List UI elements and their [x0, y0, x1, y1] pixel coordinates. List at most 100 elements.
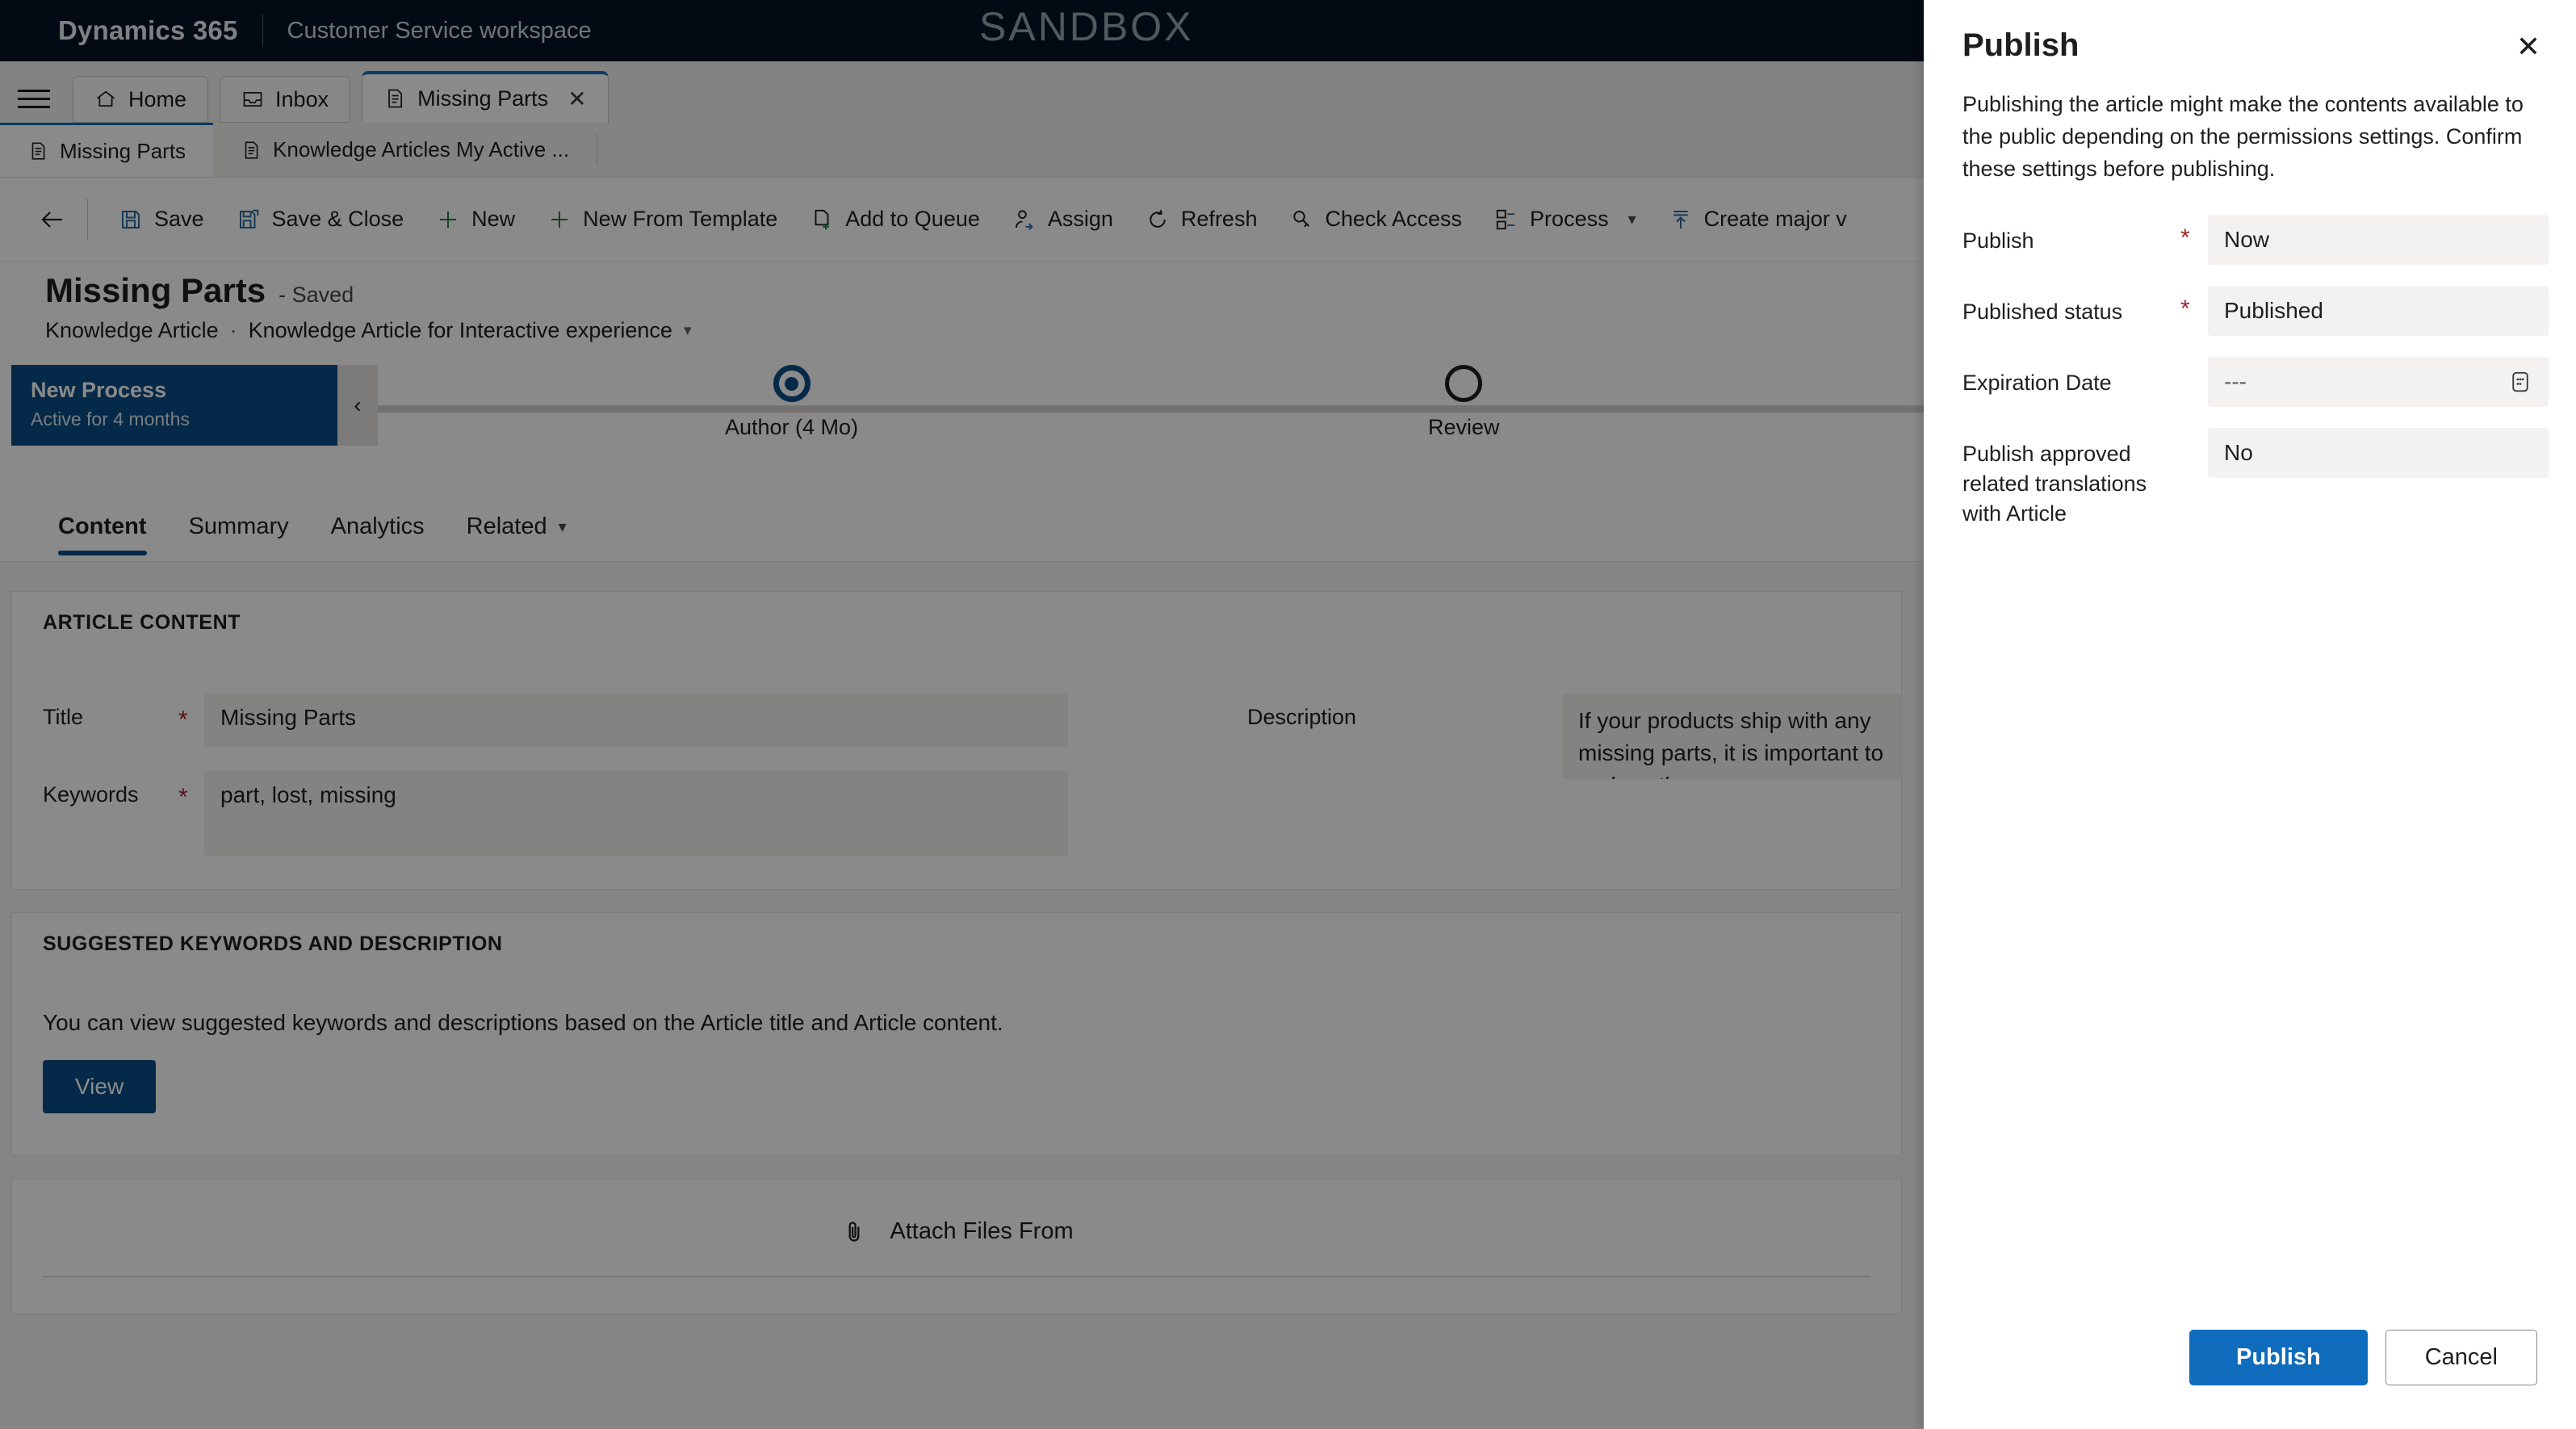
- brand-logo[interactable]: Dynamics 365: [58, 15, 238, 46]
- hamburger-menu-icon[interactable]: [11, 90, 61, 108]
- environment-banner: SANDBOX: [979, 4, 1194, 49]
- command-label: Save & Close: [271, 207, 404, 231]
- required-indicator: [2180, 357, 2208, 367]
- form-selector-label[interactable]: Knowledge Article for Interactive experi…: [249, 318, 672, 343]
- required-indicator: *: [2180, 224, 2190, 251]
- view-suggestions-button[interactable]: View: [43, 1060, 157, 1113]
- new-from-template-button[interactable]: New From Template: [531, 191, 794, 249]
- add-to-queue-button[interactable]: Add to Queue: [794, 191, 996, 249]
- command-label: Add to Queue: [845, 207, 980, 231]
- chevron-down-icon[interactable]: ▾: [559, 517, 567, 537]
- command-label: New: [471, 207, 516, 231]
- app-tab-label: Missing Parts: [60, 138, 186, 163]
- chevron-down-icon[interactable]: ▾: [1628, 209, 1636, 229]
- publish-button[interactable]: Publish: [2189, 1330, 2368, 1385]
- refresh-button[interactable]: Refresh: [1129, 191, 1274, 249]
- publish-when-label: Publish: [1962, 228, 2034, 253]
- expiration-date-label: Expiration Date: [1962, 370, 2112, 395]
- expiration-date-input[interactable]: ---: [2208, 356, 2549, 407]
- save-and-close-button[interactable]: Save & Close: [220, 191, 421, 249]
- tab-content[interactable]: Content: [37, 492, 168, 562]
- title-input[interactable]: Missing Parts: [204, 694, 1068, 747]
- process-node-review[interactable]: Review: [1428, 365, 1500, 440]
- keywords-field-row: Keywords * part, lost, missing: [43, 771, 1068, 857]
- refresh-icon: [1146, 207, 1170, 232]
- tab-label: Analytics: [330, 513, 425, 539]
- chevron-left-icon[interactable]: ‹: [337, 365, 378, 446]
- publish-translations-select[interactable]: No: [2208, 427, 2549, 478]
- assign-person-icon: [1012, 207, 1037, 232]
- app-tab-knowledge-articles[interactable]: Knowledge Articles My Active ...: [213, 123, 597, 177]
- command-label: Check Access: [1325, 207, 1463, 231]
- process-icon: [1494, 207, 1518, 232]
- tab-summary[interactable]: Summary: [168, 492, 310, 562]
- published-status-row: Published status * Published: [1962, 285, 2549, 336]
- breadcrumb-separator: ·: [229, 318, 237, 342]
- check-access-button[interactable]: Check Access: [1273, 191, 1478, 249]
- chevron-down-icon[interactable]: ▾: [684, 321, 692, 340]
- app-name-label: Customer Service workspace: [287, 17, 592, 44]
- title-label: Title: [43, 705, 84, 729]
- assign-button[interactable]: Assign: [996, 191, 1129, 249]
- plus-icon: [436, 207, 460, 232]
- description-input[interactable]: If your products ship with any missing p…: [1562, 694, 1901, 779]
- session-tab-missing-parts[interactable]: Missing Parts ✕: [362, 71, 609, 123]
- create-major-version-button[interactable]: Create major v: [1652, 191, 1863, 249]
- save-state-label: - Saved: [279, 283, 354, 307]
- session-tab-home[interactable]: Home: [73, 76, 209, 123]
- entity-name-label: Knowledge Article: [45, 318, 219, 342]
- calendar-picker-icon[interactable]: [2508, 370, 2532, 394]
- home-icon: [94, 88, 117, 111]
- command-label: Create major v: [1703, 207, 1847, 231]
- key-icon: [1289, 207, 1313, 232]
- attach-files-label: Attach Files From: [890, 1218, 1074, 1244]
- new-button[interactable]: New: [420, 191, 531, 249]
- keywords-input[interactable]: part, lost, missing: [204, 771, 1068, 857]
- process-button[interactable]: Process ▾: [1478, 191, 1652, 249]
- publish-when-select[interactable]: Now: [2208, 214, 2549, 265]
- page-title: Missing Parts: [45, 271, 266, 309]
- close-icon[interactable]: ✕: [2508, 27, 2549, 66]
- app-tab-missing-parts[interactable]: Missing Parts: [0, 123, 214, 177]
- attachments-section: Attach Files From: [11, 1179, 1902, 1314]
- publish-panel-form: Publish * Now Published status * Publish…: [1924, 186, 2576, 551]
- screen: Dynamics 365 Customer Service workspace …: [0, 0, 2576, 1429]
- section-title: SUGGESTED KEYWORDS AND DESCRIPTION: [43, 932, 503, 955]
- process-node-label: Review: [1428, 415, 1500, 439]
- tab-label: Summary: [188, 513, 289, 539]
- section-title: ARTICLE CONTENT: [43, 611, 241, 634]
- session-tab-label: Missing Parts: [417, 86, 549, 111]
- add-to-queue-icon: [810, 207, 834, 232]
- command-label: New From Template: [583, 207, 778, 231]
- process-node-author[interactable]: Author (4 Mo): [725, 365, 858, 440]
- session-tab-inbox[interactable]: Inbox: [220, 76, 351, 123]
- session-tab-label: Inbox: [275, 86, 329, 111]
- back-arrow-icon[interactable]: [23, 205, 82, 234]
- inbox-icon: [241, 88, 264, 111]
- command-label: Assign: [1047, 207, 1113, 231]
- required-indicator: *: [178, 784, 188, 811]
- tab-related[interactable]: Related ▾: [446, 492, 588, 562]
- create-major-version-icon: [1669, 207, 1693, 232]
- expiration-date-value: ---: [2224, 368, 2247, 394]
- required-indicator: *: [2180, 295, 2190, 322]
- process-stage-header[interactable]: New Process Active for 4 months: [11, 365, 337, 446]
- save-button[interactable]: Save: [103, 191, 220, 249]
- description-label: Description: [1247, 705, 1357, 729]
- title-field-row: Title * Missing Parts: [43, 694, 1068, 747]
- cancel-button[interactable]: Cancel: [2385, 1330, 2537, 1385]
- command-label: Process: [1530, 207, 1609, 231]
- suggested-keywords-section: SUGGESTED KEYWORDS AND DESCRIPTION You c…: [11, 912, 1902, 1156]
- tab-analytics[interactable]: Analytics: [310, 492, 446, 562]
- attach-files-control[interactable]: Attach Files From: [12, 1218, 1903, 1245]
- publish-when-row: Publish * Now: [1962, 214, 2549, 265]
- publish-translations-value: No: [2224, 439, 2253, 465]
- publish-translations-row: Publish approved related translations wi…: [1962, 427, 2549, 530]
- command-label: Refresh: [1180, 207, 1258, 231]
- published-status-select[interactable]: Published: [2208, 285, 2549, 336]
- required-indicator: *: [178, 706, 188, 733]
- article-icon: [383, 87, 406, 110]
- paperclip-icon: [841, 1219, 867, 1245]
- close-icon[interactable]: ✕: [568, 86, 586, 112]
- publish-panel-footer: Publish Cancel: [1924, 1330, 2576, 1429]
